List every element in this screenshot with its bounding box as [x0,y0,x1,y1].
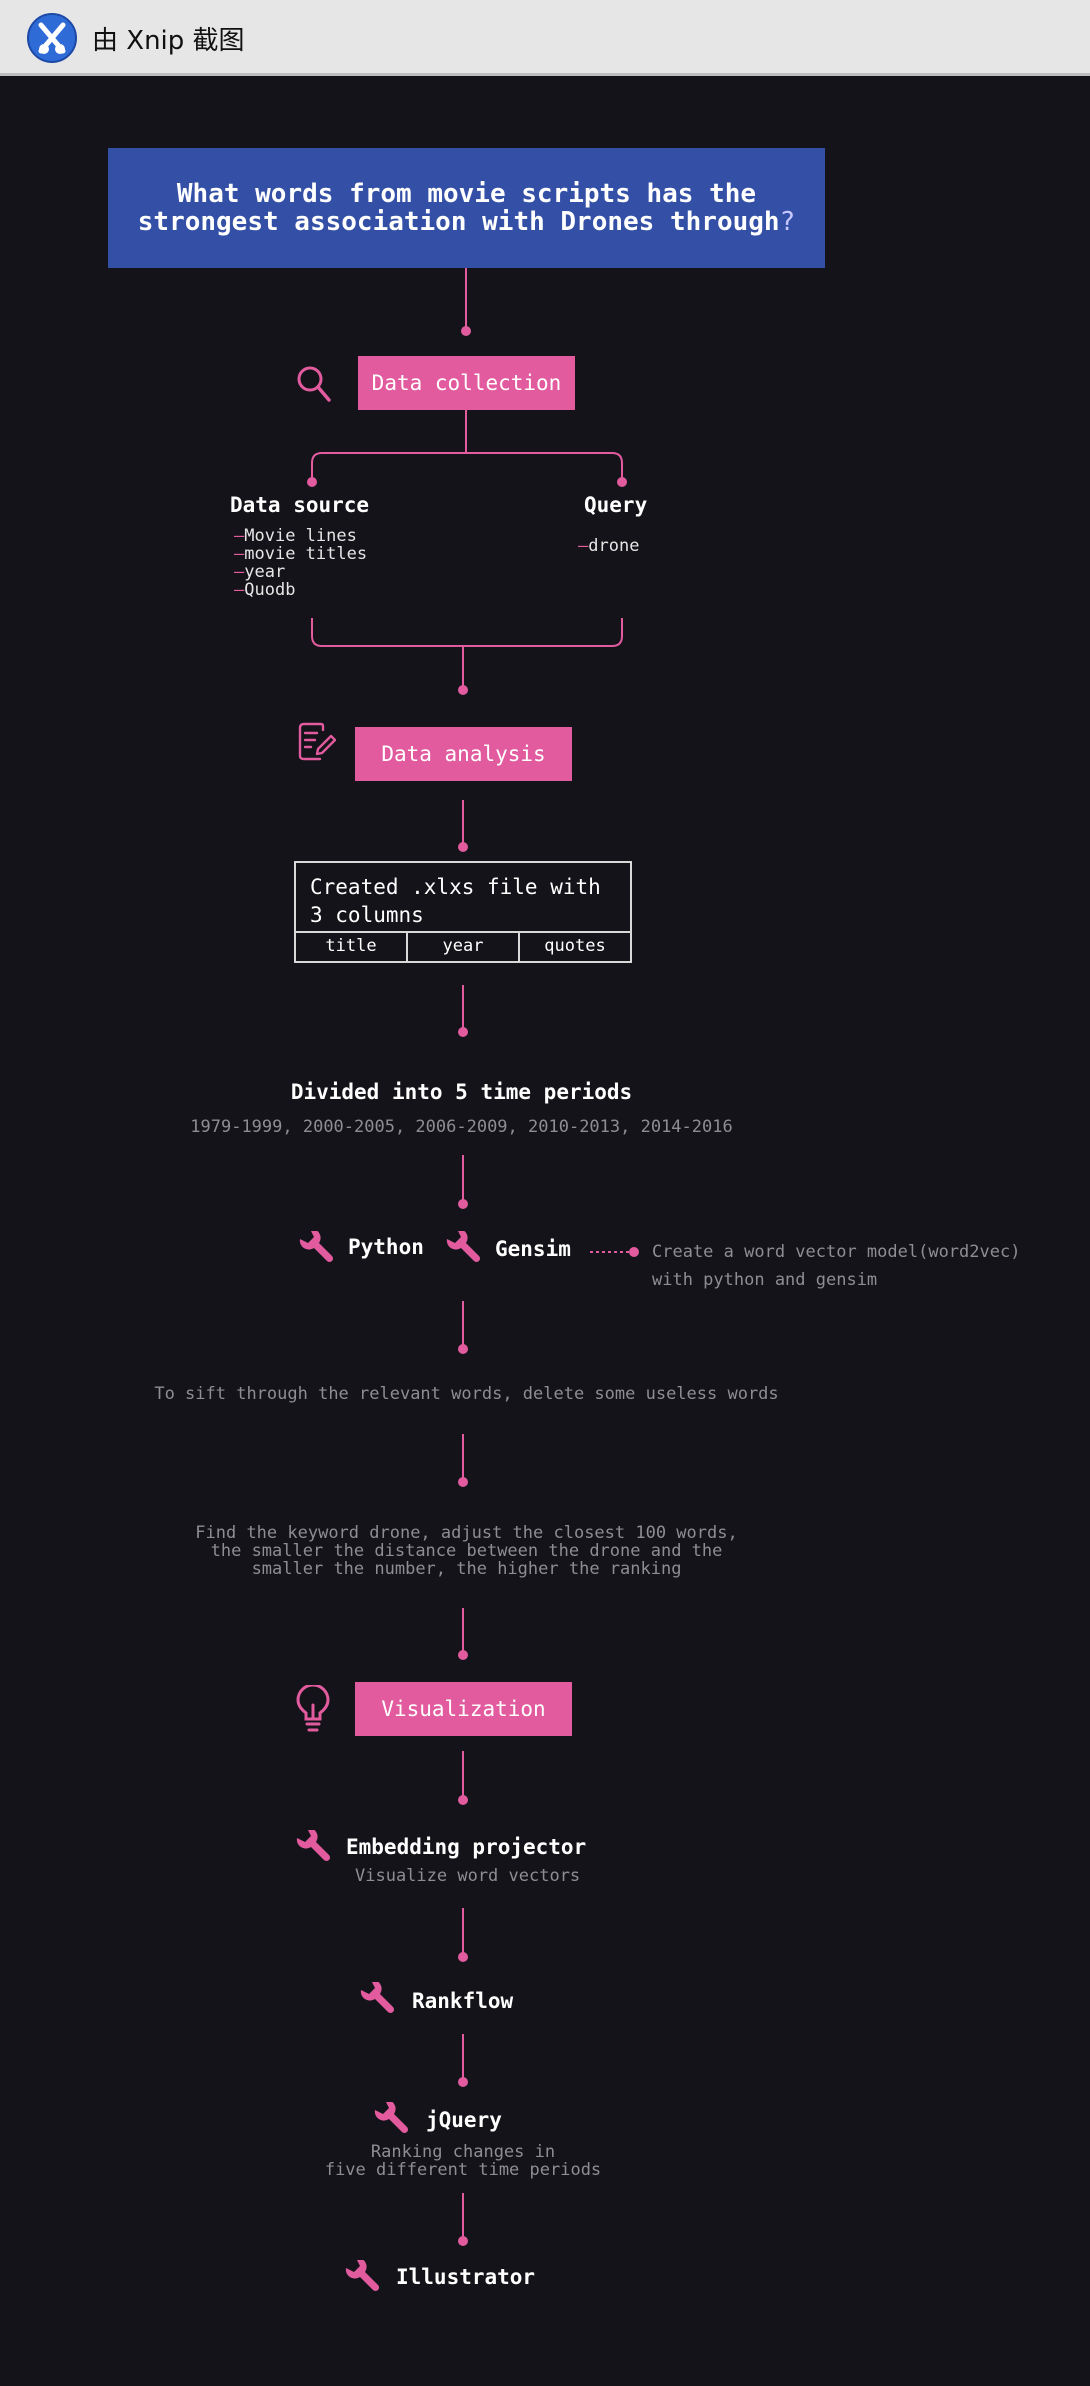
tool-python: Python [348,1235,424,1259]
data-source-item: year [244,562,286,582]
question-mark: ? [779,207,796,237]
periods-heading: Divided into 5 time periods [290,1080,633,1104]
tool-embedding-projector: Embedding projector [346,1835,587,1859]
wrench-icon [360,1982,395,2014]
lightbulb-icon [296,1685,330,1732]
magnifier-icon [297,366,331,402]
periods-values: 1979-1999, 2000-2005, 2006-2009, 2010-20… [190,1117,733,1137]
data-source-item: Quodb [244,580,296,600]
xlsx-column: title [325,936,377,956]
note-line: Create a word vector model(word2vec) [652,1242,1021,1262]
wrench-icon [299,1231,334,1263]
data-analysis-stage: Data analysis [355,727,572,781]
jquery-desc-line: five different time periods [324,2160,602,2180]
keyword-line: smaller the number, the higher the ranki… [251,1559,682,1579]
word2vec-note: Create a word vector model(word2vec) wit… [652,1238,1020,1294]
data-source-heading: Data source [230,493,370,517]
note-line: with python and gensim [652,1270,878,1290]
wrench-icon [296,1830,331,1862]
xlsx-title-line2: 3 columns [310,903,424,927]
visualization-stage: Visualization [355,1682,572,1736]
jquery-desc: Ranking changes in five different time p… [0,2143,926,2179]
xlsx-column: quotes [518,933,630,961]
xlsx-file-card: Created .xlxs file with 3 columns title y… [294,861,632,963]
research-question: What words from movie scripts has the st… [108,148,825,268]
data-source-list: —Movie lines —movie titles —year —Quodb [234,526,368,600]
data-source-item: Movie lines [244,526,357,546]
tool-gensim: Gensim [495,1237,571,1261]
keyword-line: Find the keyword drone, adjust the close… [195,1523,738,1543]
wrench-icon [374,2102,409,2134]
question-text: What words from movie scripts has the st… [137,179,780,237]
xlsx-title-line1: Created .xlxs file with [310,875,601,899]
wrench-icon [345,2260,380,2292]
embedding-desc: Visualize word vectors [355,1866,581,1886]
tool-jquery: jQuery [426,2108,502,2132]
sift-step-text: To sift through the relevant words, dele… [154,1384,779,1404]
tool-illustrator: Illustrator [396,2265,536,2289]
jquery-desc-line: Ranking changes in [370,2142,556,2162]
query-heading: Query [584,493,648,517]
notepad-pen-icon [298,722,336,761]
data-source-item: movie titles [244,544,368,564]
xlsx-column: year [406,933,518,961]
query-list: —drone [578,536,640,556]
query-item: drone [588,536,640,556]
keyword-line: the smaller the distance between the dro… [210,1541,723,1561]
flow-diagram: What words from movie scripts has the st… [0,0,1090,2386]
wrench-icon [446,1231,481,1263]
keyword-step-text: Find the keyword drone, adjust the close… [0,1524,933,1578]
data-collection-stage: Data collection [358,356,575,410]
tool-rankflow: Rankflow [412,1989,514,2013]
